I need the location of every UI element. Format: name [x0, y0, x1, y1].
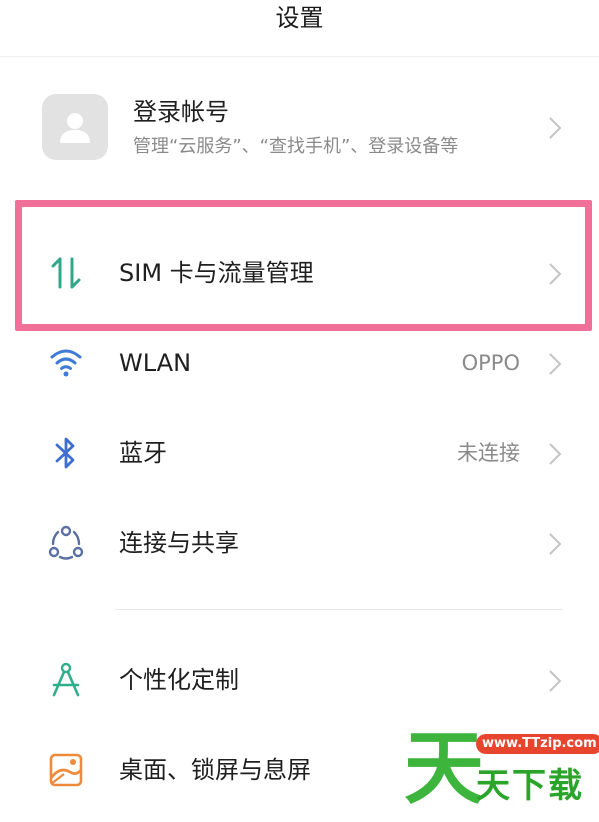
watermark-text: 天下载 — [476, 766, 584, 806]
share-network-icon — [48, 525, 84, 560]
bluetooth-icon — [55, 437, 75, 469]
watermark-big-char: 天 — [404, 722, 484, 815]
connection-sharing-label: 连接与共享 — [119, 529, 239, 557]
personalization-label: 个性化定制 — [119, 666, 239, 694]
wlan-value: OPPO — [461, 351, 520, 375]
personalization-row[interactable]: 个性化定制 — [0, 635, 599, 725]
chevron-right-icon — [549, 263, 562, 285]
chevron-right-icon — [549, 533, 562, 555]
watermark-url: www.TTzip.com — [476, 734, 599, 754]
watermark-logo: 天 www.TTzip.com 天下载 — [404, 722, 599, 820]
desktop-lockscreen-label: 桌面、锁屏与息屏 — [119, 756, 311, 784]
bluetooth-label: 蓝牙 — [119, 439, 167, 467]
sim-data-row[interactable]: SIM 卡与流量管理 — [0, 228, 599, 318]
wifi-icon — [50, 349, 82, 377]
bluetooth-value: 未连接 — [457, 441, 520, 465]
wlan-label: WLAN — [119, 349, 192, 377]
person-icon — [60, 113, 90, 143]
page-title: 设置 — [275, 4, 324, 32]
section-divider — [115, 609, 562, 610]
chevron-right-icon — [549, 117, 562, 139]
chevron-right-icon — [549, 443, 562, 465]
wlan-row[interactable]: WLAN OPPO — [0, 318, 599, 408]
wallpaper-icon — [49, 753, 83, 787]
settings-screen: 设置 登录帐号 管理“云服务”、“查找手机”、登录设备等 SIM 卡与流量管理 — [0, 0, 599, 822]
account-subtitle: 管理“云服务”、“查找手机”、登录设备等 — [133, 136, 459, 157]
data-transfer-icon — [51, 257, 81, 289]
sim-data-label: SIM 卡与流量管理 — [119, 259, 314, 287]
connection-sharing-row[interactable]: 连接与共享 — [0, 498, 599, 588]
chevron-right-icon — [549, 353, 562, 375]
avatar — [42, 94, 108, 160]
bluetooth-row[interactable]: 蓝牙 未连接 — [0, 408, 599, 498]
account-title: 登录帐号 — [133, 98, 229, 126]
chevron-right-icon — [549, 670, 562, 692]
compass-icon — [52, 662, 80, 697]
account-login-row[interactable]: 登录帐号 管理“云服务”、“查找手机”、登录设备等 — [0, 76, 599, 180]
header-divider — [0, 56, 599, 57]
